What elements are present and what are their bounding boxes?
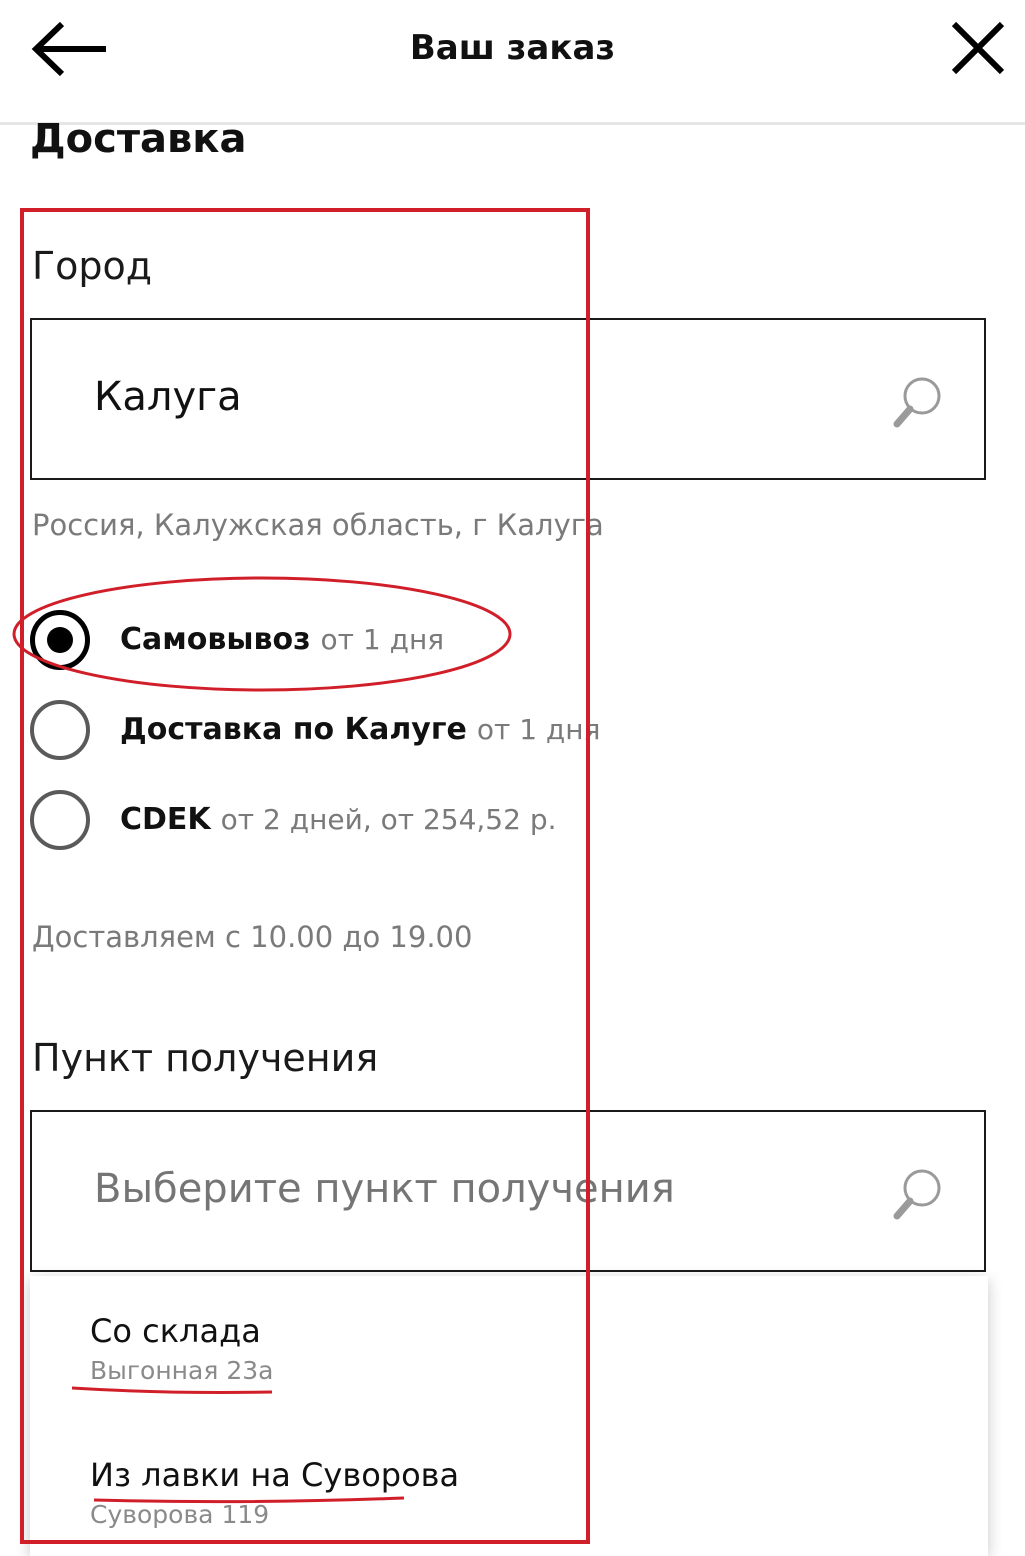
pickup-option-address: Выгонная 23а xyxy=(90,1356,274,1385)
delivery-option-text: Доставка по Калуге от 1 дня xyxy=(120,712,600,747)
pickup-option-address: Суворова 119 xyxy=(90,1500,270,1529)
city-input[interactable] xyxy=(94,374,874,420)
close-button[interactable] xyxy=(948,18,1008,78)
delivery-option-note: от 2 дней, от 254,52 р. xyxy=(220,803,557,836)
delivery-option-name: CDEK xyxy=(120,802,211,837)
city-label: Город xyxy=(32,244,153,288)
header-bar: Ваш заказ xyxy=(0,0,1025,125)
delivery-option-note: от 1 дня xyxy=(476,713,601,746)
radio-button[interactable] xyxy=(30,700,90,760)
radio-button[interactable] xyxy=(30,790,90,850)
radio-dot xyxy=(47,627,73,653)
delivery-option-city[interactable]: Доставка по Калуге от 1 дня xyxy=(30,700,730,764)
search-icon[interactable] xyxy=(892,1166,944,1222)
delivery-option-text: Самовывоз от 1 дня xyxy=(120,622,444,657)
pickup-input[interactable] xyxy=(94,1166,874,1212)
search-icon[interactable] xyxy=(892,374,944,430)
section-title: Доставка xyxy=(30,116,247,162)
close-icon xyxy=(951,21,1005,75)
page-title: Ваш заказ xyxy=(409,28,616,68)
pickup-option-warehouse[interactable]: Со склада Выгонная 23а xyxy=(90,1312,273,1385)
pickup-dropdown: Со склада Выгонная 23а Из лавки на Сувор… xyxy=(30,1276,988,1556)
delivery-option-name: Доставка по Калуге xyxy=(120,712,467,747)
pickup-option-name: Со склада xyxy=(90,1312,261,1350)
delivery-option-note: от 1 дня xyxy=(320,623,445,656)
pickup-option-shop[interactable]: Из лавки на Суворова Суворова 119 xyxy=(90,1456,459,1529)
delivery-option-cdek[interactable]: CDEK от 2 дней, от 254,52 р. xyxy=(30,790,730,854)
schedule-text: Доставляем с 10.00 до 19.00 xyxy=(32,920,473,954)
pickup-label: Пункт получения xyxy=(32,1036,379,1080)
delivery-option-text: CDEK от 2 дней, от 254,52 р. xyxy=(120,802,557,837)
delivery-option-pickup[interactable]: Самовывоз от 1 дня xyxy=(30,610,730,674)
pickup-option-name: Из лавки на Суворова xyxy=(90,1456,460,1494)
city-hint: Россия, Калужская область, г Калуга xyxy=(32,508,604,542)
delivery-option-name: Самовывоз xyxy=(120,622,311,657)
pickup-input-box[interactable] xyxy=(30,1110,986,1272)
city-input-box[interactable] xyxy=(30,318,986,480)
radio-button-checked[interactable] xyxy=(30,610,90,670)
